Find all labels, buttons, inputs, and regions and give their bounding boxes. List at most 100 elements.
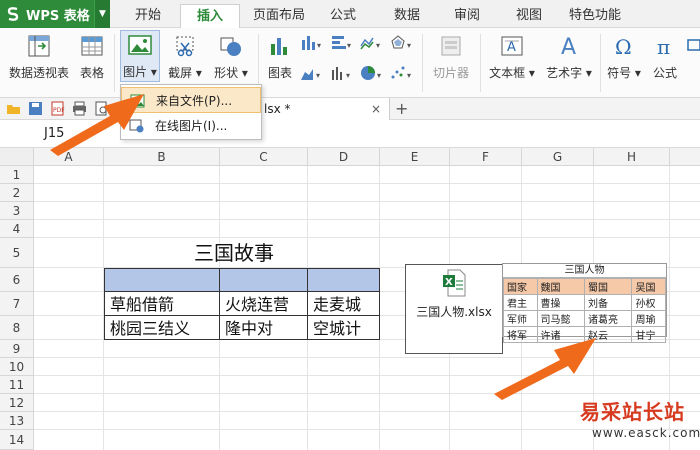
symbol-button[interactable]: Ω 符号 ▾ — [604, 32, 644, 81]
row-header-14[interactable]: 14 — [0, 430, 34, 450]
table-label: 表格 — [79, 66, 104, 80]
column-header-i[interactable] — [670, 148, 700, 166]
pie-chart-button[interactable]: ▾ — [358, 64, 386, 85]
tab-page-layout[interactable]: 页面布局 — [244, 4, 314, 28]
svg-text:▾: ▾ — [376, 41, 380, 50]
pivot-table-button[interactable]: 数据透视表 — [6, 32, 72, 81]
pivot-table-icon — [25, 32, 53, 60]
mini-table-row: 君主 曹操 刘备 孙权 — [503, 294, 666, 311]
bar-chart-button[interactable]: ▾ — [328, 34, 356, 55]
formula-button[interactable]: π 公式 — [648, 32, 682, 81]
row-header-11[interactable]: 11 — [0, 376, 34, 394]
app-menu-arrow-icon[interactable]: ▼ — [94, 0, 110, 28]
chart-button[interactable]: 图表 — [264, 32, 296, 81]
screenshot-button[interactable]: 截屏 ▾ — [164, 32, 206, 81]
sheet-title-cell[interactable]: 三国故事 — [190, 240, 274, 266]
grid-line — [34, 237, 700, 238]
column-header-h[interactable]: H — [594, 148, 670, 166]
shapes-label: 形状 ▾ — [210, 64, 252, 81]
symbol-label-text: 符号 — [607, 66, 632, 80]
row-header-5[interactable]: 5 — [0, 238, 34, 268]
row-header-10[interactable]: 10 — [0, 358, 34, 376]
mini-table-cell: 曹操 — [536, 294, 585, 311]
cell-d8[interactable]: 空城计 — [309, 317, 361, 341]
open-folder-icon[interactable] — [6, 101, 21, 116]
shapes-button[interactable]: 形状 ▾ — [210, 32, 252, 81]
mini-table-cell: 周瑜 — [631, 310, 666, 327]
menu-item-online-picture-label: 在线图片(I)... — [155, 119, 228, 133]
embedded-table-picture[interactable]: 三国人物 国家 魏国 蜀国 吴国 君主 曹操 刘备 孙权 军师 司马懿 诸葛亮 … — [502, 263, 667, 343]
app-menu-button[interactable]: WPS 表格 ▼ — [0, 0, 110, 28]
column-header-d[interactable]: D — [308, 148, 380, 166]
tab-home[interactable]: 开始 — [118, 4, 178, 28]
area-chart-button[interactable]: ▾ — [298, 64, 326, 85]
cell-d7[interactable]: 走麦城 — [309, 293, 361, 317]
row-header-2[interactable]: 2 — [0, 184, 34, 202]
new-tab-button[interactable]: + — [395, 98, 408, 120]
mini-table-header-cell: 吴国 — [631, 278, 666, 295]
radar-chart-button[interactable]: ▾ — [388, 34, 416, 55]
formula-label: 公式 — [652, 66, 677, 80]
row-header-7[interactable]: 7 — [0, 292, 34, 316]
line-chart-button[interactable]: ▾ — [358, 34, 386, 55]
svg-text:▾: ▾ — [407, 41, 411, 50]
symbol-label: 符号 ▾ — [604, 64, 644, 81]
ribbon-separator — [600, 34, 601, 92]
cell-c7[interactable]: 火烧连营 — [221, 293, 289, 317]
textbox-label: 文本框 ▾ — [486, 64, 538, 81]
mini-table-title: 三国人物 — [503, 264, 666, 278]
row-header-6[interactable]: 6 — [0, 268, 34, 292]
svg-text:▾: ▾ — [407, 71, 411, 80]
textbox-icon: A — [498, 32, 526, 60]
ribbon-separator — [114, 34, 115, 92]
row-header-8[interactable]: 8 — [0, 316, 34, 340]
tab-formulas[interactable]: 公式 — [318, 4, 368, 28]
mini-table-row: 军师 司马懿 诸葛亮 周瑜 — [503, 310, 666, 327]
svg-text:▾: ▾ — [346, 71, 350, 80]
svg-text:▾: ▾ — [316, 71, 320, 80]
column-header-c[interactable]: C — [220, 148, 308, 166]
wordart-label: 艺术字 ▾ — [542, 64, 596, 81]
row-header-4[interactable]: 4 — [0, 220, 34, 238]
ribbon-separator — [422, 34, 423, 92]
cell-c8[interactable]: 隆中对 — [221, 317, 273, 341]
tab-review[interactable]: 审阅 — [442, 4, 492, 28]
row-header-1[interactable]: 1 — [0, 166, 34, 184]
mini-table-cell: 刘备 — [583, 294, 633, 311]
document-tab[interactable]: lsx * × — [255, 98, 390, 120]
column-chart-button[interactable]: ▾ — [298, 34, 326, 55]
table-button[interactable]: 表格 — [76, 32, 108, 81]
textbox-button[interactable]: A 文本框 ▾ — [486, 32, 538, 81]
close-tab-icon[interactable]: × — [371, 98, 381, 120]
column-header-f[interactable]: F — [450, 148, 522, 166]
tab-data[interactable]: 数据 — [382, 4, 432, 28]
slicer-button[interactable]: 切片器 — [428, 32, 474, 81]
site-watermark: 易采站长站 www.easck.com — [568, 396, 700, 450]
column-header-g[interactable]: G — [522, 148, 594, 166]
cell-b7[interactable]: 草船借箭 — [106, 293, 174, 317]
picture-button[interactable]: 图片 ▾ — [120, 30, 160, 82]
picture-icon — [126, 31, 154, 59]
svg-text:π: π — [657, 35, 670, 58]
more-button[interactable] — [686, 32, 700, 59]
row-header-13[interactable]: 13 — [0, 412, 34, 430]
document-tab-name: lsx * — [264, 102, 291, 116]
wordart-button[interactable]: A 艺术字 ▾ — [542, 32, 596, 81]
stock-chart-button[interactable]: ▾ — [328, 64, 356, 85]
tab-view[interactable]: 视图 — [504, 4, 554, 28]
svg-text:A: A — [561, 35, 576, 58]
row-header-3[interactable]: 3 — [0, 202, 34, 220]
ribbon-separator — [480, 34, 481, 92]
column-header-e[interactable]: E — [380, 148, 450, 166]
row-header-9[interactable]: 9 — [0, 340, 34, 358]
mini-table-cell: 甘宁 — [631, 326, 666, 343]
app-name: WPS 表格 — [26, 8, 90, 24]
cell-b8[interactable]: 桃园三结义 — [106, 317, 190, 341]
svg-text:▾: ▾ — [347, 41, 351, 50]
select-all-corner[interactable] — [0, 148, 34, 166]
tab-insert[interactable]: 插入 — [180, 4, 240, 28]
tab-special[interactable]: 特色功能 — [562, 4, 628, 28]
row-header-12[interactable]: 12 — [0, 394, 34, 412]
scissors-icon — [171, 32, 199, 60]
scatter-chart-button[interactable]: ▾ — [388, 64, 416, 85]
